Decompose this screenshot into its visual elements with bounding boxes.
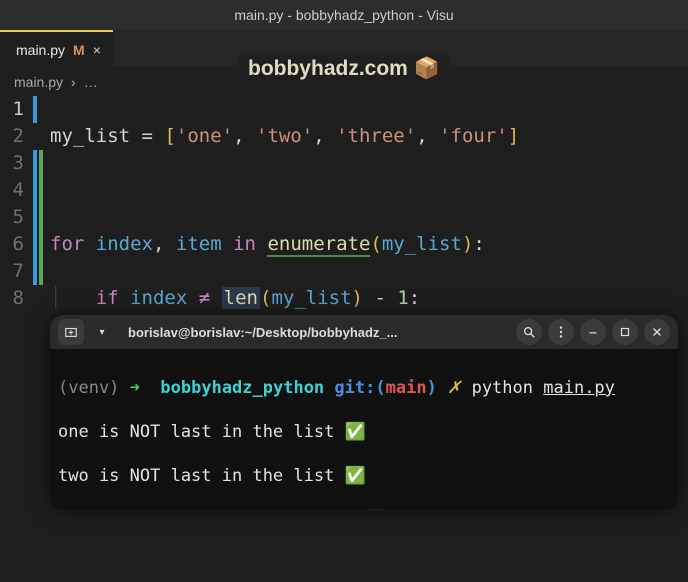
new-tab-icon[interactable] [58, 319, 84, 345]
code-token: 'one' [176, 125, 233, 147]
terminal-body[interactable]: (venv) ➜ bobbyhadz_python git:(main) ✗ p… [50, 349, 678, 510]
tab-filename: main.py [16, 42, 65, 58]
code-token: 'two' [256, 125, 313, 147]
code-token: = [142, 125, 153, 147]
code-token: ≠ [199, 287, 210, 309]
line-number: 1 [0, 96, 24, 123]
code-token: enumerate [267, 233, 370, 257]
line-number: 7 [0, 258, 24, 285]
code-token: my_list [50, 125, 130, 147]
code-token: , [233, 125, 244, 147]
code-token: - [374, 287, 385, 309]
terminal-title: borislav@borislav:~/Desktop/bobbyhadz_..… [120, 325, 510, 340]
breadcrumb-more[interactable]: … [84, 74, 98, 90]
window-title: main.py - bobbyhadz_python - Visu [234, 7, 453, 23]
line-number: 3 [0, 150, 24, 177]
code-token: : [473, 233, 484, 255]
chevron-down-icon[interactable]: ▾ [90, 320, 114, 344]
search-icon[interactable] [516, 319, 542, 345]
maximize-icon[interactable] [612, 319, 638, 345]
menu-icon[interactable] [548, 319, 574, 345]
terminal-line: (venv) ➜ bobbyhadz_python git:(main) ✗ p… [58, 377, 670, 399]
terminal-header: ▾ borislav@borislav:~/Desktop/bobbyhadz_… [50, 315, 678, 349]
line-number: 4 [0, 177, 24, 204]
code-token: my_list [382, 233, 462, 255]
terminal-window: ▾ borislav@borislav:~/Desktop/bobbyhadz_… [50, 315, 678, 510]
code-token: ] [508, 125, 519, 147]
code-token: len [222, 287, 260, 309]
line-number: 8 [0, 285, 24, 312]
code-token: , [153, 233, 164, 255]
window-titlebar: main.py - bobbyhadz_python - Visu [0, 0, 688, 30]
code-token: index [96, 233, 153, 255]
close-icon[interactable] [644, 319, 670, 345]
banner-text: bobbyhadz.com [248, 57, 408, 81]
tab-main-py[interactable]: main.py M × [0, 30, 113, 68]
code-token: in [233, 233, 256, 255]
code-token: ) [352, 287, 363, 309]
code-token: ( [370, 233, 381, 255]
close-icon[interactable]: × [93, 42, 101, 58]
terminal-line: two is NOT last in the list ✅ [58, 465, 670, 487]
code-token: 'three' [336, 125, 416, 147]
line-number: 6 [0, 231, 24, 258]
terminal-line: one is NOT last in the list ✅ [58, 421, 670, 443]
line-number-gutter: 1 2 3 4 5 6 7 8 [0, 96, 30, 582]
breadcrumb-file[interactable]: main.py [14, 74, 63, 90]
code-token: if [96, 287, 119, 309]
code-token: 'four' [439, 125, 508, 147]
terminal-line: three is NOT last in the list ✅ [58, 509, 670, 510]
code-token: my_list [271, 287, 351, 309]
code-token: : [409, 287, 420, 309]
code-token: ) [462, 233, 473, 255]
code-token: ( [260, 287, 271, 309]
site-banner: bobbyhadz.com 📦 [238, 55, 450, 83]
code-token: , [416, 125, 427, 147]
tab-modified-marker: M [73, 42, 85, 58]
code-token: , [313, 125, 324, 147]
code-token: 1 [397, 287, 408, 309]
chevron-right-icon: › [71, 74, 76, 90]
code-token: item [176, 233, 222, 255]
code-token: for [50, 233, 84, 255]
code-token: [ [164, 125, 175, 147]
line-number: 5 [0, 204, 24, 231]
code-token: index [130, 287, 187, 309]
line-number: 2 [0, 123, 24, 150]
minimize-icon[interactable] [580, 319, 606, 345]
cube-icon: 📦 [414, 57, 440, 81]
git-gutter [30, 96, 50, 582]
